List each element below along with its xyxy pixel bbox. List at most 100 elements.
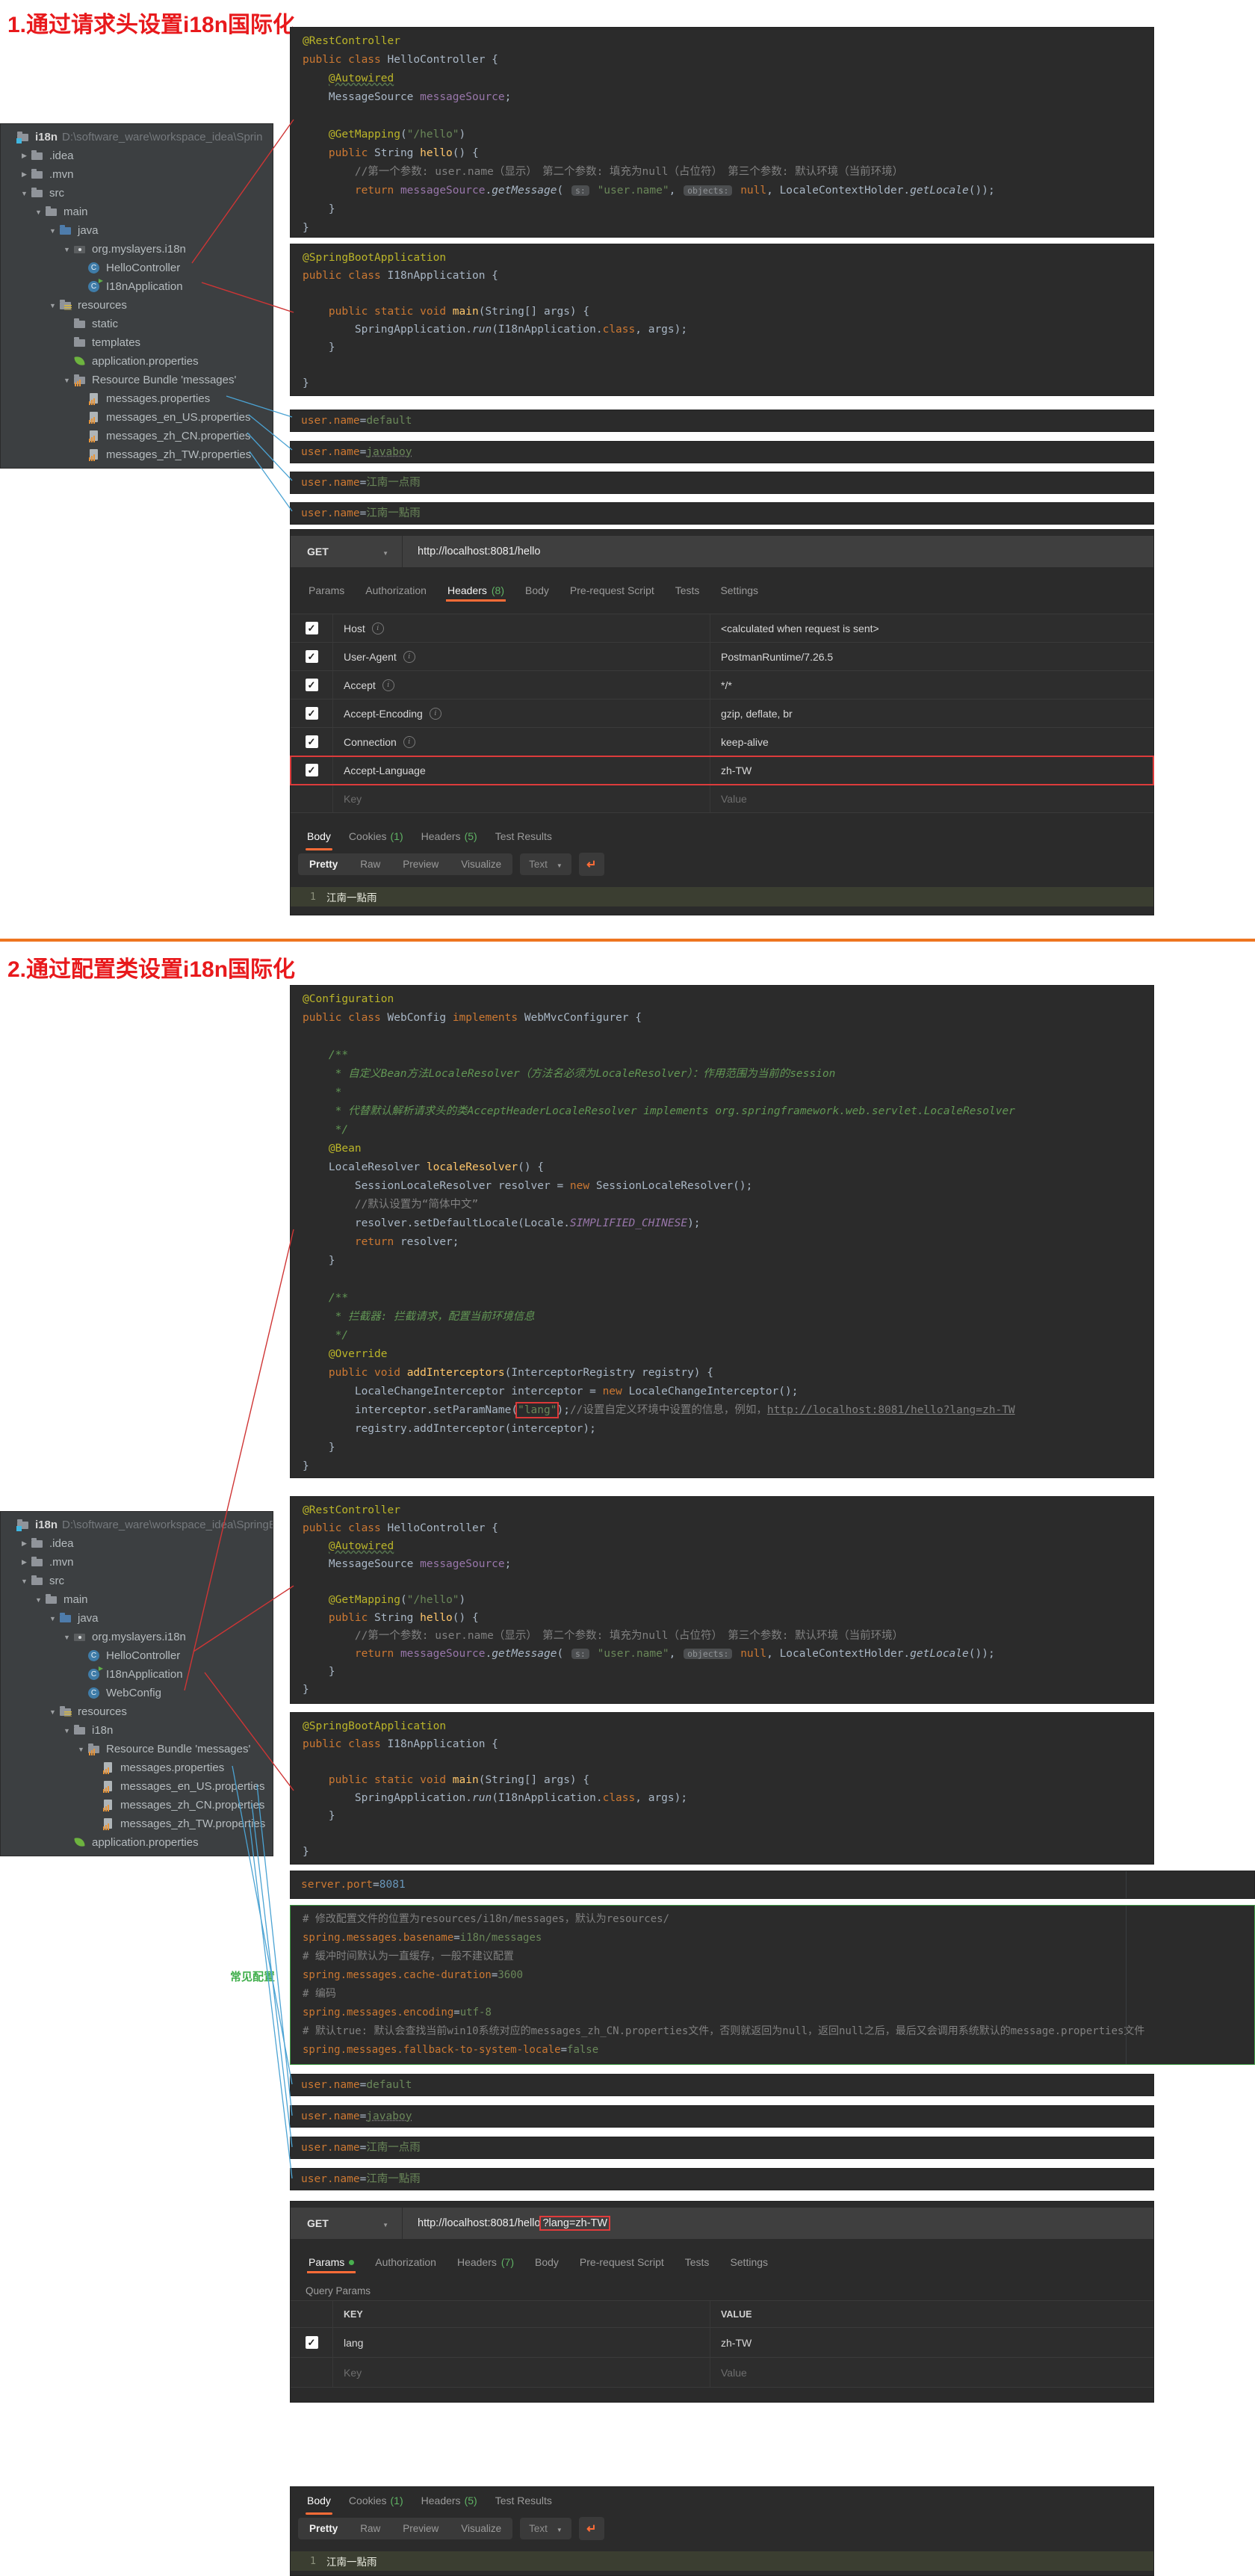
param-value-cell[interactable]: Value [710, 2367, 1153, 2379]
checkbox-checked-icon[interactable] [306, 679, 318, 691]
tab-pre-request-script[interactable]: Pre-request Script [560, 584, 665, 596]
wrap-text-icon[interactable] [579, 2517, 604, 2540]
tree-item-messages-zh-cn-properties[interactable]: messages_zh_CN.properties [1, 1796, 273, 1814]
request-url-input[interactable]: http://localhost:8081/hello?lang=zh-TW [403, 2216, 610, 2231]
chevron-expanded-icon[interactable]: ▼ [61, 1727, 73, 1735]
header-key-cell[interactable]: Accept-Encoding [333, 699, 710, 727]
checkbox-checked-icon[interactable] [306, 707, 318, 720]
tab-settings[interactable]: Settings [710, 584, 769, 596]
tree-item--mvn[interactable]: ▶.mvn [1, 1553, 273, 1572]
view-visualize[interactable]: Visualize [450, 853, 512, 875]
tree-item-templates[interactable]: templates [1, 333, 273, 352]
tree-item-resource-bundle-messages-[interactable]: ▼Resource Bundle 'messages' [1, 1740, 273, 1758]
header-key-cell[interactable]: Host [333, 614, 710, 642]
tree-item-messages-en-us-properties[interactable]: messages_en_US.properties [1, 408, 273, 427]
tab-params[interactable]: Params [298, 584, 355, 596]
response-tab-test-results[interactable]: Test Results [486, 2490, 561, 2511]
chevron-expanded-icon[interactable]: ▼ [61, 246, 73, 253]
chevron-collapsed-icon[interactable]: ▶ [18, 1558, 31, 1566]
header-value-cell[interactable]: <calculated when request is sent> [710, 623, 1153, 634]
header-value-cell[interactable]: Value [710, 793, 1153, 805]
view-raw[interactable]: Raw [349, 2518, 391, 2539]
tab-headers[interactable]: Headers(7) [447, 2256, 524, 2268]
header-key-cell[interactable]: Accept-Language [333, 756, 710, 784]
tab-body[interactable]: Body [515, 584, 560, 596]
request-url-input[interactable]: http://localhost:8081/hello [403, 546, 540, 557]
tree-item-src[interactable]: ▼src [1, 1572, 273, 1590]
tree-item-webconfig[interactable]: CWebConfig [1, 1684, 273, 1702]
response-tab-headers[interactable]: Headers(5) [412, 826, 486, 847]
param-key-cell[interactable]: Key [333, 2358, 710, 2387]
view-pretty[interactable]: Pretty [298, 853, 349, 875]
tab-settings[interactable]: Settings [719, 2256, 778, 2268]
tree-item-messages-zh-tw-properties[interactable]: messages_zh_TW.properties [1, 445, 273, 464]
tree-item-java[interactable]: ▼java [1, 1609, 273, 1628]
header-value-cell[interactable]: PostmanRuntime/7.26.5 [710, 651, 1153, 663]
param-value-cell[interactable]: zh-TW [710, 2337, 1153, 2349]
tree-item-resources[interactable]: ▼resources [1, 296, 273, 315]
tree-item-i18napplication[interactable]: C▶I18nApplication [1, 277, 273, 296]
response-tab-body[interactable]: Body [298, 2490, 340, 2511]
header-key-cell[interactable]: Key [333, 785, 710, 812]
tree-item-i18n[interactable]: ▼i18n [1, 1721, 273, 1740]
tree-item-hellocontroller[interactable]: CHelloController [1, 259, 273, 277]
chevron-expanded-icon[interactable]: ▼ [32, 1596, 45, 1604]
tree-item-org-myslayers-i18n[interactable]: ▼org.myslayers.i18n [1, 240, 273, 259]
param-key-cell[interactable]: lang [333, 2328, 710, 2357]
tree-item-i18n[interactable]: i18nD:\software_ware\workspace_idea\Spri… [1, 128, 273, 146]
tree-item-main[interactable]: ▼main [1, 1590, 273, 1609]
checkbox-checked-icon[interactable] [306, 2336, 318, 2349]
chevron-collapsed-icon[interactable]: ▶ [18, 170, 31, 179]
view-preview[interactable]: Preview [391, 2518, 450, 2539]
tree-item-main[interactable]: ▼main [1, 203, 273, 221]
tree-item-messages-zh-cn-properties[interactable]: messages_zh_CN.properties [1, 427, 273, 445]
tree-item-i18n[interactable]: i18nD:\software_ware\workspace_idea\Spri… [1, 1516, 273, 1534]
tab-tests[interactable]: Tests [665, 584, 710, 596]
wrap-text-icon[interactable] [579, 853, 604, 876]
checkbox-checked-icon[interactable] [306, 735, 318, 748]
chevron-expanded-icon[interactable]: ▼ [32, 209, 45, 216]
header-key-cell[interactable]: Accept [333, 671, 710, 699]
tab-params[interactable]: Params [298, 2256, 365, 2268]
chevron-expanded-icon[interactable]: ▼ [18, 190, 31, 197]
tab-body[interactable]: Body [524, 2256, 569, 2268]
chevron-expanded-icon[interactable]: ▼ [46, 1615, 59, 1622]
tree-item-i18napplication[interactable]: C▶I18nApplication [1, 1665, 273, 1684]
tree-item-static[interactable]: static [1, 315, 273, 333]
checkbox-checked-icon[interactable] [306, 650, 318, 663]
tree-item-org-myslayers-i18n[interactable]: ▼org.myslayers.i18n [1, 1628, 273, 1646]
response-tab-body[interactable]: Body [298, 826, 340, 847]
chevron-expanded-icon[interactable]: ▼ [46, 227, 59, 235]
tree-item-messages-properties[interactable]: messages.properties [1, 1758, 273, 1777]
response-format-select[interactable]: Text [520, 853, 571, 875]
tree-item--idea[interactable]: ▶.idea [1, 1534, 273, 1553]
checkbox-checked-icon[interactable] [306, 764, 318, 776]
header-value-cell[interactable]: gzip, deflate, br [710, 708, 1153, 720]
tab-headers[interactable]: Headers(8) [437, 584, 515, 596]
tab-tests[interactable]: Tests [675, 2256, 720, 2268]
tree-item-hellocontroller[interactable]: CHelloController [1, 1646, 273, 1665]
http-method-select[interactable]: GET [291, 536, 403, 567]
header-value-cell[interactable]: zh-TW [710, 765, 1153, 776]
checkbox-checked-icon[interactable] [306, 622, 318, 634]
chevron-expanded-icon[interactable]: ▼ [61, 1634, 73, 1641]
tree-item-src[interactable]: ▼src [1, 184, 273, 203]
chevron-expanded-icon[interactable]: ▼ [46, 302, 59, 309]
response-tab-headers[interactable]: Headers(5) [412, 2490, 486, 2511]
response-tab-test-results[interactable]: Test Results [486, 826, 561, 847]
tree-item--mvn[interactable]: ▶.mvn [1, 165, 273, 184]
response-tab-cookies[interactable]: Cookies(1) [340, 826, 412, 847]
http-method-select[interactable]: GET [291, 2208, 403, 2239]
tree-item-messages-zh-tw-properties[interactable]: messages_zh_TW.properties [1, 1814, 273, 1833]
response-format-select[interactable]: Text [520, 2518, 571, 2539]
tab-authorization[interactable]: Authorization [365, 2256, 447, 2268]
header-key-cell[interactable]: User-Agent [333, 643, 710, 670]
tree-item-application-properties[interactable]: application.properties [1, 1833, 273, 1852]
header-value-cell[interactable]: */* [710, 679, 1153, 691]
tree-item-resources[interactable]: ▼resources [1, 1702, 273, 1721]
view-pretty[interactable]: Pretty [298, 2518, 349, 2539]
view-preview[interactable]: Preview [391, 853, 450, 875]
chevron-collapsed-icon[interactable]: ▶ [18, 1539, 31, 1548]
tree-item-java[interactable]: ▼java [1, 221, 273, 240]
tree-item--idea[interactable]: ▶.idea [1, 146, 273, 165]
